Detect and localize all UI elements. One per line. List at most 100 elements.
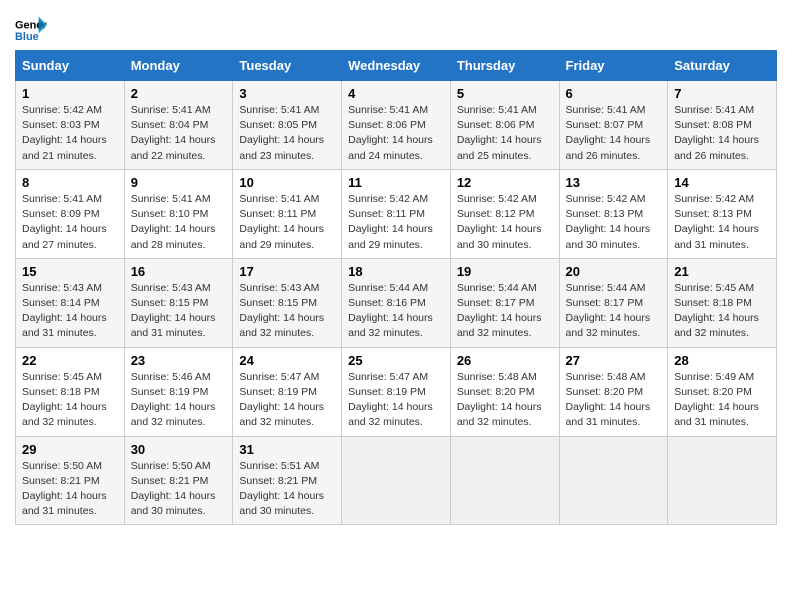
day-number: 5	[457, 86, 553, 101]
day-cell-29: 29 Sunrise: 5:50 AMSunset: 8:21 PMDaylig…	[16, 436, 125, 525]
day-number: 23	[131, 353, 227, 368]
day-number: 27	[566, 353, 662, 368]
day-info: Sunrise: 5:41 AMSunset: 8:05 PMDaylight:…	[239, 104, 324, 162]
day-number: 29	[22, 442, 118, 457]
day-number: 13	[566, 175, 662, 190]
day-cell-1: 1 Sunrise: 5:42 AMSunset: 8:03 PMDayligh…	[16, 81, 125, 170]
day-cell-12: 12 Sunrise: 5:42 AMSunset: 8:12 PMDaylig…	[450, 169, 559, 258]
day-number: 14	[674, 175, 770, 190]
day-info: Sunrise: 5:42 AMSunset: 8:03 PMDaylight:…	[22, 104, 107, 162]
day-cell-2: 2 Sunrise: 5:41 AMSunset: 8:04 PMDayligh…	[124, 81, 233, 170]
day-info: Sunrise: 5:41 AMSunset: 8:07 PMDaylight:…	[566, 104, 651, 162]
header-day-thursday: Thursday	[450, 51, 559, 81]
header-day-sunday: Sunday	[16, 51, 125, 81]
day-number: 31	[239, 442, 335, 457]
day-info: Sunrise: 5:43 AMSunset: 8:15 PMDaylight:…	[131, 282, 216, 340]
day-info: Sunrise: 5:50 AMSunset: 8:21 PMDaylight:…	[22, 460, 107, 518]
day-number: 21	[674, 264, 770, 279]
day-number: 16	[131, 264, 227, 279]
day-cell-3: 3 Sunrise: 5:41 AMSunset: 8:05 PMDayligh…	[233, 81, 342, 170]
day-info: Sunrise: 5:41 AMSunset: 8:06 PMDaylight:…	[457, 104, 542, 162]
day-number: 7	[674, 86, 770, 101]
day-info: Sunrise: 5:42 AMSunset: 8:13 PMDaylight:…	[566, 193, 651, 251]
day-cell-4: 4 Sunrise: 5:41 AMSunset: 8:06 PMDayligh…	[342, 81, 451, 170]
day-number: 6	[566, 86, 662, 101]
day-cell-23: 23 Sunrise: 5:46 AMSunset: 8:19 PMDaylig…	[124, 347, 233, 436]
day-cell-17: 17 Sunrise: 5:43 AMSunset: 8:15 PMDaylig…	[233, 258, 342, 347]
day-cell-11: 11 Sunrise: 5:42 AMSunset: 8:11 PMDaylig…	[342, 169, 451, 258]
day-info: Sunrise: 5:50 AMSunset: 8:21 PMDaylight:…	[131, 460, 216, 518]
day-number: 8	[22, 175, 118, 190]
day-info: Sunrise: 5:41 AMSunset: 8:10 PMDaylight:…	[131, 193, 216, 251]
day-number: 4	[348, 86, 444, 101]
day-info: Sunrise: 5:44 AMSunset: 8:16 PMDaylight:…	[348, 282, 433, 340]
day-cell-19: 19 Sunrise: 5:44 AMSunset: 8:17 PMDaylig…	[450, 258, 559, 347]
day-info: Sunrise: 5:44 AMSunset: 8:17 PMDaylight:…	[457, 282, 542, 340]
day-number: 24	[239, 353, 335, 368]
day-number: 28	[674, 353, 770, 368]
day-cell-6: 6 Sunrise: 5:41 AMSunset: 8:07 PMDayligh…	[559, 81, 668, 170]
empty-cell	[668, 436, 777, 525]
calendar-week-1: 1 Sunrise: 5:42 AMSunset: 8:03 PMDayligh…	[16, 81, 777, 170]
empty-cell	[450, 436, 559, 525]
day-cell-20: 20 Sunrise: 5:44 AMSunset: 8:17 PMDaylig…	[559, 258, 668, 347]
day-number: 11	[348, 175, 444, 190]
calendar-week-5: 29 Sunrise: 5:50 AMSunset: 8:21 PMDaylig…	[16, 436, 777, 525]
day-cell-25: 25 Sunrise: 5:47 AMSunset: 8:19 PMDaylig…	[342, 347, 451, 436]
day-info: Sunrise: 5:41 AMSunset: 8:08 PMDaylight:…	[674, 104, 759, 162]
header-day-monday: Monday	[124, 51, 233, 81]
day-cell-5: 5 Sunrise: 5:41 AMSunset: 8:06 PMDayligh…	[450, 81, 559, 170]
logo: General Blue	[15, 16, 47, 44]
calendar-week-4: 22 Sunrise: 5:45 AMSunset: 8:18 PMDaylig…	[16, 347, 777, 436]
day-cell-27: 27 Sunrise: 5:48 AMSunset: 8:20 PMDaylig…	[559, 347, 668, 436]
day-number: 22	[22, 353, 118, 368]
day-number: 30	[131, 442, 227, 457]
header: General Blue	[15, 10, 777, 44]
header-day-saturday: Saturday	[668, 51, 777, 81]
day-cell-21: 21 Sunrise: 5:45 AMSunset: 8:18 PMDaylig…	[668, 258, 777, 347]
day-info: Sunrise: 5:42 AMSunset: 8:13 PMDaylight:…	[674, 193, 759, 251]
empty-cell	[342, 436, 451, 525]
calendar-week-2: 8 Sunrise: 5:41 AMSunset: 8:09 PMDayligh…	[16, 169, 777, 258]
day-number: 15	[22, 264, 118, 279]
calendar-header: SundayMondayTuesdayWednesdayThursdayFrid…	[16, 51, 777, 81]
day-info: Sunrise: 5:42 AMSunset: 8:11 PMDaylight:…	[348, 193, 433, 251]
day-cell-22: 22 Sunrise: 5:45 AMSunset: 8:18 PMDaylig…	[16, 347, 125, 436]
day-number: 18	[348, 264, 444, 279]
day-info: Sunrise: 5:41 AMSunset: 8:04 PMDaylight:…	[131, 104, 216, 162]
day-cell-24: 24 Sunrise: 5:47 AMSunset: 8:19 PMDaylig…	[233, 347, 342, 436]
day-info: Sunrise: 5:47 AMSunset: 8:19 PMDaylight:…	[348, 371, 433, 429]
day-cell-13: 13 Sunrise: 5:42 AMSunset: 8:13 PMDaylig…	[559, 169, 668, 258]
header-day-tuesday: Tuesday	[233, 51, 342, 81]
day-number: 3	[239, 86, 335, 101]
day-number: 26	[457, 353, 553, 368]
day-cell-14: 14 Sunrise: 5:42 AMSunset: 8:13 PMDaylig…	[668, 169, 777, 258]
day-cell-10: 10 Sunrise: 5:41 AMSunset: 8:11 PMDaylig…	[233, 169, 342, 258]
day-info: Sunrise: 5:43 AMSunset: 8:14 PMDaylight:…	[22, 282, 107, 340]
day-info: Sunrise: 5:51 AMSunset: 8:21 PMDaylight:…	[239, 460, 324, 518]
day-info: Sunrise: 5:49 AMSunset: 8:20 PMDaylight:…	[674, 371, 759, 429]
day-info: Sunrise: 5:47 AMSunset: 8:19 PMDaylight:…	[239, 371, 324, 429]
calendar-table: SundayMondayTuesdayWednesdayThursdayFrid…	[15, 50, 777, 525]
day-info: Sunrise: 5:41 AMSunset: 8:11 PMDaylight:…	[239, 193, 324, 251]
day-info: Sunrise: 5:44 AMSunset: 8:17 PMDaylight:…	[566, 282, 651, 340]
day-number: 12	[457, 175, 553, 190]
header-day-friday: Friday	[559, 51, 668, 81]
day-info: Sunrise: 5:46 AMSunset: 8:19 PMDaylight:…	[131, 371, 216, 429]
day-number: 20	[566, 264, 662, 279]
day-number: 10	[239, 175, 335, 190]
day-cell-18: 18 Sunrise: 5:44 AMSunset: 8:16 PMDaylig…	[342, 258, 451, 347]
day-info: Sunrise: 5:45 AMSunset: 8:18 PMDaylight:…	[674, 282, 759, 340]
svg-text:Blue: Blue	[15, 31, 39, 43]
calendar-body: 1 Sunrise: 5:42 AMSunset: 8:03 PMDayligh…	[16, 81, 777, 525]
day-cell-30: 30 Sunrise: 5:50 AMSunset: 8:21 PMDaylig…	[124, 436, 233, 525]
header-row: SundayMondayTuesdayWednesdayThursdayFrid…	[16, 51, 777, 81]
day-cell-26: 26 Sunrise: 5:48 AMSunset: 8:20 PMDaylig…	[450, 347, 559, 436]
day-info: Sunrise: 5:42 AMSunset: 8:12 PMDaylight:…	[457, 193, 542, 251]
day-cell-28: 28 Sunrise: 5:49 AMSunset: 8:20 PMDaylig…	[668, 347, 777, 436]
day-info: Sunrise: 5:43 AMSunset: 8:15 PMDaylight:…	[239, 282, 324, 340]
day-number: 17	[239, 264, 335, 279]
day-cell-8: 8 Sunrise: 5:41 AMSunset: 8:09 PMDayligh…	[16, 169, 125, 258]
day-info: Sunrise: 5:45 AMSunset: 8:18 PMDaylight:…	[22, 371, 107, 429]
logo-icon: General Blue	[15, 16, 47, 44]
